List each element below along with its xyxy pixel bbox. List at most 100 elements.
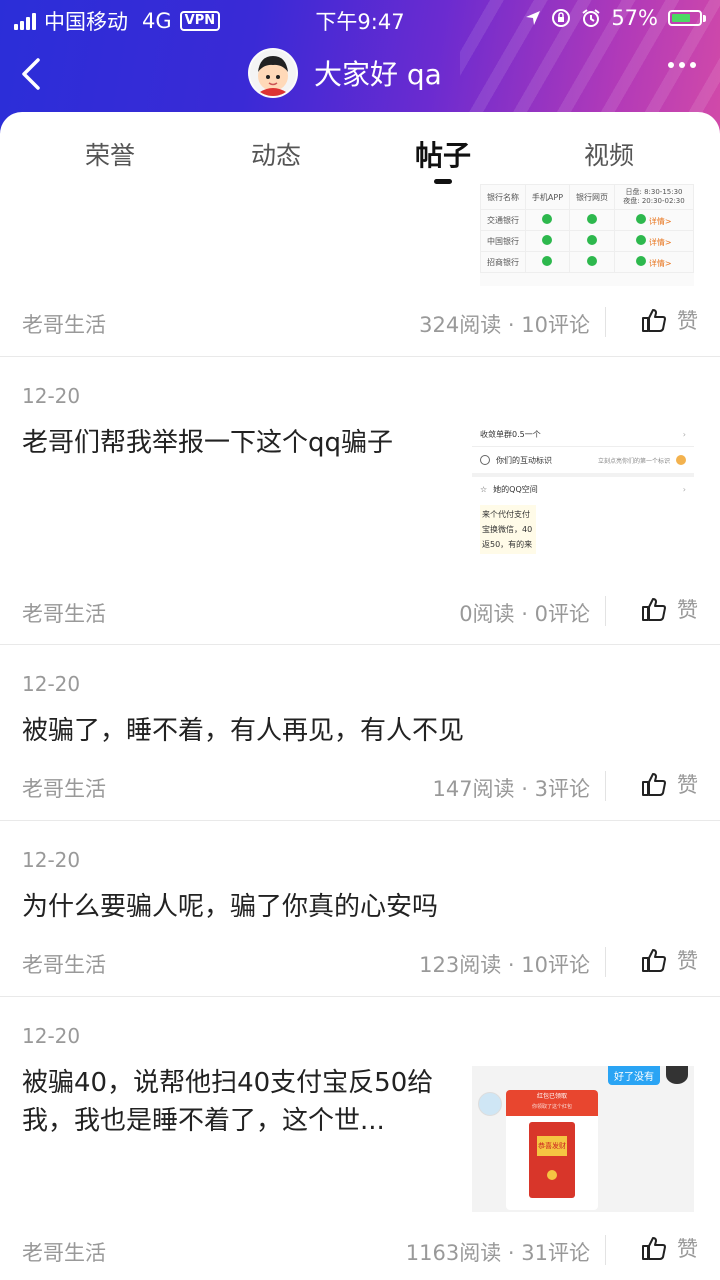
post-comments: 31评论 <box>521 1241 590 1265</box>
red-envelope: 恭喜发财 <box>529 1122 575 1198</box>
bank-detail: 详情> <box>648 216 672 226</box>
bank-name: 招商银行 <box>480 251 526 273</box>
post-date: 12-20 <box>22 384 81 408</box>
tab-activity[interactable]: 动态 <box>216 136 336 172</box>
alarm-icon <box>582 9 600 27</box>
post-title[interactable]: 为什么要骗人呢，骗了你真的心安吗 <box>22 888 692 926</box>
like-label: 赞 <box>677 309 698 333</box>
emoji-icon <box>676 455 686 465</box>
profile-row-1: 收敛单群0.5一个 <box>480 429 541 439</box>
check-icon <box>542 235 553 245</box>
more-options-icon[interactable] <box>668 62 696 68</box>
post-meta: 老哥生活 147阅读 · 3评论 赞 <box>22 767 698 807</box>
profile-line: 来个代付支付 <box>482 510 530 519</box>
post-meta: 老哥生活 1163阅读 · 31评论 赞 <box>22 1231 698 1271</box>
bank-header-night: 夜盘: 20:30-02:30 <box>623 197 685 205</box>
bank-detail: 详情> <box>648 237 672 247</box>
bank-header-web: 银行网页 <box>568 184 615 210</box>
divider <box>605 771 606 801</box>
thumbs-up-icon <box>642 1237 666 1260</box>
profile-line: 返50，有的来 <box>482 540 533 549</box>
chevron-right-icon: › <box>682 484 686 494</box>
post-category[interactable]: 老哥生活 <box>22 773 106 803</box>
bank-header-name: 银行名称 <box>480 184 526 210</box>
avatar[interactable] <box>248 48 298 98</box>
red-packet-title: 红包已领取 <box>536 1093 567 1100</box>
post-title[interactable]: 被骗了，睡不着，有人再见，有人不见 <box>22 712 692 750</box>
post-category[interactable]: 老哥生活 <box>22 949 106 979</box>
check-icon <box>586 235 597 245</box>
divider <box>605 596 606 626</box>
avatar <box>666 1066 688 1084</box>
tab-posts[interactable]: 帖子 <box>383 134 503 174</box>
post-date: 12-20 <box>22 672 81 696</box>
post-meta: 老哥生活 0阅读 · 0评论 赞 <box>22 592 698 632</box>
profile-title[interactable]: 大家好 qa <box>248 48 442 98</box>
chat-bubble: 好了没有 <box>608 1066 660 1085</box>
bank-name: 中国银行 <box>480 230 526 252</box>
thumbs-up-icon <box>642 598 666 621</box>
badge-icon <box>480 455 490 465</box>
divider <box>605 307 606 337</box>
like-label: 赞 <box>677 598 698 622</box>
envelope-label: 恭喜发财 <box>537 1136 567 1156</box>
post-reads: 0阅读 <box>459 602 515 626</box>
tab-bar: 荣誉 动态 帖子 视频 <box>0 112 720 184</box>
back-arrow-icon[interactable] <box>18 56 50 92</box>
bank-header-app: 手机APP <box>525 184 570 210</box>
like-button[interactable]: 赞 <box>641 1233 698 1263</box>
post-date: 12-20 <box>22 848 81 872</box>
check-icon <box>542 256 553 266</box>
page-title: 大家好 qa <box>314 58 442 91</box>
check-icon <box>636 234 647 245</box>
post-meta: 老哥生活 123阅读 · 10评论 赞 <box>22 943 698 983</box>
like-button[interactable]: 赞 <box>641 945 698 975</box>
post-reads: 147阅读 <box>432 777 515 801</box>
thumbs-up-icon <box>642 773 666 796</box>
post-meta: 老哥生活 324阅读 · 10评论 赞 <box>22 303 698 343</box>
bank-header-day: 日盘: 8:30-15:30 <box>625 188 683 196</box>
check-icon <box>586 256 597 266</box>
battery-percent: 57% <box>611 6 658 30</box>
location-icon <box>526 11 541 25</box>
check-icon <box>636 213 647 224</box>
post-comments: 10评论 <box>521 313 590 337</box>
check-icon <box>586 214 597 224</box>
like-button[interactable]: 赞 <box>641 769 698 799</box>
post-category[interactable]: 老哥生活 <box>22 309 106 339</box>
post-thumbnail-bank-table[interactable]: 银行名称 手机APP 银行网页 日盘: 8:30-15:30 夜盘: 20:30… <box>480 184 694 286</box>
red-packet-subtitle: 你领取了这个红包 <box>531 1104 572 1110</box>
check-icon <box>636 255 647 266</box>
tab-honor[interactable]: 荣誉 <box>50 136 170 172</box>
like-label: 赞 <box>677 1237 698 1261</box>
rotation-lock-icon <box>552 9 571 27</box>
check-icon <box>542 214 553 224</box>
like-button[interactable]: 赞 <box>641 305 698 335</box>
profile-row-2-hint: 立刻点亮你们的第一个标识 <box>597 457 670 465</box>
post-thumbnail-profile[interactable]: 收敛单群0.5一个 › 你们的互动标识 立刻点亮你们的第一个标识 ☆ 她的QQ空间… <box>472 422 694 566</box>
post-category[interactable]: 老哥生活 <box>22 1237 106 1267</box>
row-divider <box>0 356 720 357</box>
post-title[interactable]: 被骗40，说帮他扫40支付宝反50给我，我也是睡不着了，这个世... <box>22 1064 452 1140</box>
post-comments: 3评论 <box>534 777 590 801</box>
post-reads: 123阅读 <box>419 953 502 977</box>
profile-line: 宝换微信，40 <box>482 525 533 534</box>
active-tab-indicator <box>434 179 452 184</box>
avatar <box>478 1092 502 1116</box>
bank-name: 交通银行 <box>480 209 526 231</box>
post-reads: 324阅读 <box>419 313 502 337</box>
post-comments: 10评论 <box>521 953 590 977</box>
thumbs-up-icon <box>642 309 666 332</box>
post-category[interactable]: 老哥生活 <box>22 598 106 628</box>
like-label: 赞 <box>677 773 698 797</box>
thumbs-up-icon <box>642 949 666 972</box>
post-thumbnail-red-packet[interactable]: 好了没有 红包已领取 你领取了这个红包 恭喜发财 <box>472 1066 694 1212</box>
like-label: 赞 <box>677 949 698 973</box>
divider <box>605 947 606 977</box>
red-packet-card: 红包已领取 你领取了这个红包 恭喜发财 <box>506 1090 598 1210</box>
post-title[interactable]: 老哥们帮我举报一下这个qq骗子 <box>22 424 442 462</box>
tab-videos[interactable]: 视频 <box>549 136 669 172</box>
bank-detail: 详情> <box>648 258 672 268</box>
profile-row-3: 她的QQ空间 <box>493 484 538 494</box>
like-button[interactable]: 赞 <box>641 594 698 624</box>
